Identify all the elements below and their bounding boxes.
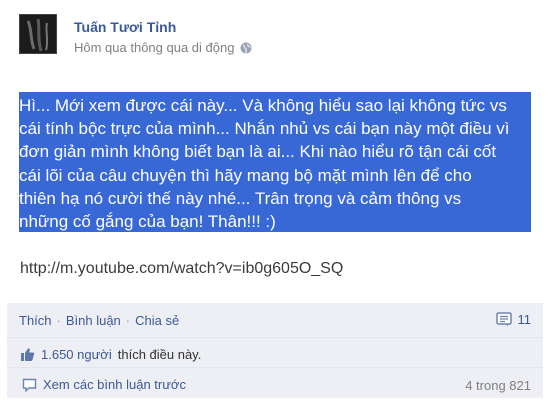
share-link[interactable]: Chia sẻ: [135, 313, 179, 328]
previous-comments-row: Xem các bình luận trước 4 trong 821: [7, 367, 543, 399]
message-line: cái tính bộc trực của mình... Nhắn nhủ v…: [19, 119, 510, 139]
author-name[interactable]: Tuấn Tươi Tỉnh: [74, 19, 176, 35]
globe-icon: [240, 42, 252, 54]
comment-link[interactable]: Bình luận: [66, 313, 121, 328]
post-message: Hì... Mới xem được cái này... Và không h…: [19, 94, 531, 233]
post-meta-text[interactable]: Hôm qua thông qua di động: [74, 40, 234, 55]
message-line: cái lõi của câu chuyện thì hãy mang bộ m…: [19, 165, 472, 185]
comment-icon: [22, 378, 37, 392]
feedback-bar: Thích · Bình luận · Chia sẻ 11 1.650 ngư…: [7, 303, 543, 398]
separator-dot: ·: [56, 313, 61, 328]
youtube-link[interactable]: http://m.youtube.com/watch?v=ib0g605O_SQ: [20, 260, 343, 278]
message-line: Hì... Mới xem được cái này... Và không h…: [19, 96, 507, 115]
post-meta: Hôm qua thông qua di động: [74, 40, 252, 55]
message-line: đơn giản mình không biết bạn là ai... Kh…: [19, 142, 497, 162]
action-links: Thích · Bình luận · Chia sẻ: [19, 313, 179, 328]
facebook-post: Tuấn Tươi Tỉnh Hôm qua thông qua di động…: [0, 0, 550, 402]
likes-text: thích điều này.: [117, 347, 202, 362]
like-link[interactable]: Thích: [19, 313, 52, 328]
author-avatar[interactable]: [19, 14, 57, 54]
likes-count[interactable]: 1.650 người: [41, 347, 112, 362]
likes-row: 1.650 người thích điều này.: [7, 337, 543, 368]
comment-count[interactable]: 11: [495, 312, 532, 327]
comment-count-value: 11: [517, 312, 532, 327]
message-line: thiên hạ nó cười thế này nhé... Trân trọ…: [19, 188, 462, 208]
comment-bubble-icon: [495, 312, 512, 327]
message-line: những cố gắng của bạn! Thân!!! :): [19, 211, 276, 231]
thumbs-up-icon: [21, 348, 35, 361]
separator-dot: ·: [125, 313, 131, 328]
comment-range: 4 trong 821: [465, 378, 531, 393]
view-previous-comments-link[interactable]: Xem các bình luận trước: [43, 377, 186, 392]
